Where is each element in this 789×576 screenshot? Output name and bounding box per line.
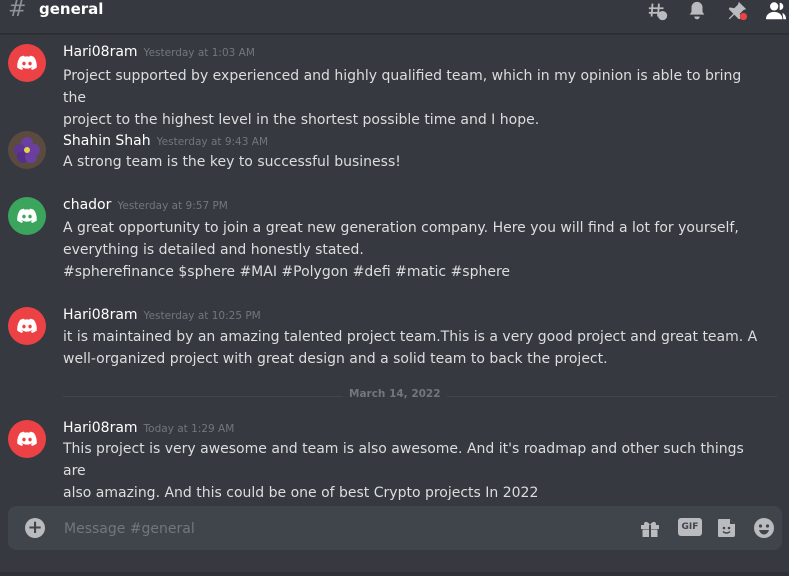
add-attachment-button[interactable]: + (25, 518, 45, 538)
message-header: Hari08ram Yesterday at 10:25 PM (63, 307, 261, 323)
channel-header: # general (0, 0, 789, 34)
message-list: Hari08ram Yesterday at 1:03 AM Project su… (0, 36, 789, 501)
threads-icon[interactable] (647, 0, 669, 22)
bell-icon[interactable] (686, 0, 708, 22)
timestamp: Yesterday at 10:25 PM (143, 310, 261, 322)
message-text: A great opportunity to join a great new … (63, 220, 739, 280)
date-divider-label: March 14, 2022 (343, 388, 447, 400)
message-header: Shahin Shah Yesterday at 9:43 AM (63, 133, 268, 149)
discord-logo-icon (17, 431, 37, 446)
username[interactable]: chador (63, 197, 111, 213)
username[interactable]: Shahin Shah (63, 133, 151, 149)
avatar[interactable] (8, 307, 46, 345)
message-text: it is maintained by an amazing talented … (63, 329, 758, 367)
pin-icon[interactable] (726, 0, 748, 22)
channel-hash-icon: # (8, 0, 27, 22)
timestamp: Yesterday at 9:57 PM (117, 200, 228, 212)
username[interactable]: Hari08ram (63, 44, 138, 60)
timestamp: Yesterday at 9:43 AM (156, 136, 268, 148)
username[interactable]: Hari08ram (63, 420, 138, 436)
message-input[interactable] (62, 516, 606, 542)
timestamp: Today at 1:29 AM (143, 423, 235, 435)
sticker-icon[interactable] (715, 516, 739, 540)
username[interactable]: Hari08ram (63, 307, 138, 323)
avatar[interactable] (8, 131, 46, 169)
message-text: Project supported by experienced and hig… (63, 68, 742, 128)
gif-icon[interactable]: GIF (678, 518, 702, 536)
discord-logo-icon (17, 208, 37, 223)
message-header: chador Yesterday at 9:57 PM (63, 197, 228, 213)
members-icon[interactable] (765, 0, 787, 22)
discord-logo-icon (17, 318, 37, 333)
message-header: Hari08ram Yesterday at 1:03 AM (63, 44, 255, 60)
message-composer: + GIF (8, 506, 782, 550)
discord-logo-icon (17, 55, 37, 70)
avatar[interactable] (8, 197, 46, 235)
channel-name: general (39, 0, 104, 18)
emoji-icon[interactable] (752, 516, 776, 540)
message-header: Hari08ram Today at 1:29 AM (63, 420, 234, 436)
message-text: A strong team is the key to successful b… (63, 154, 401, 170)
avatar[interactable] (8, 420, 46, 458)
gift-icon[interactable] (638, 516, 662, 540)
timestamp: Yesterday at 1:03 AM (143, 47, 255, 59)
message-text: This project is very awesome and team is… (63, 441, 744, 501)
flower-avatar-icon (8, 131, 46, 169)
bottom-edge (0, 572, 789, 576)
avatar[interactable] (8, 44, 46, 82)
